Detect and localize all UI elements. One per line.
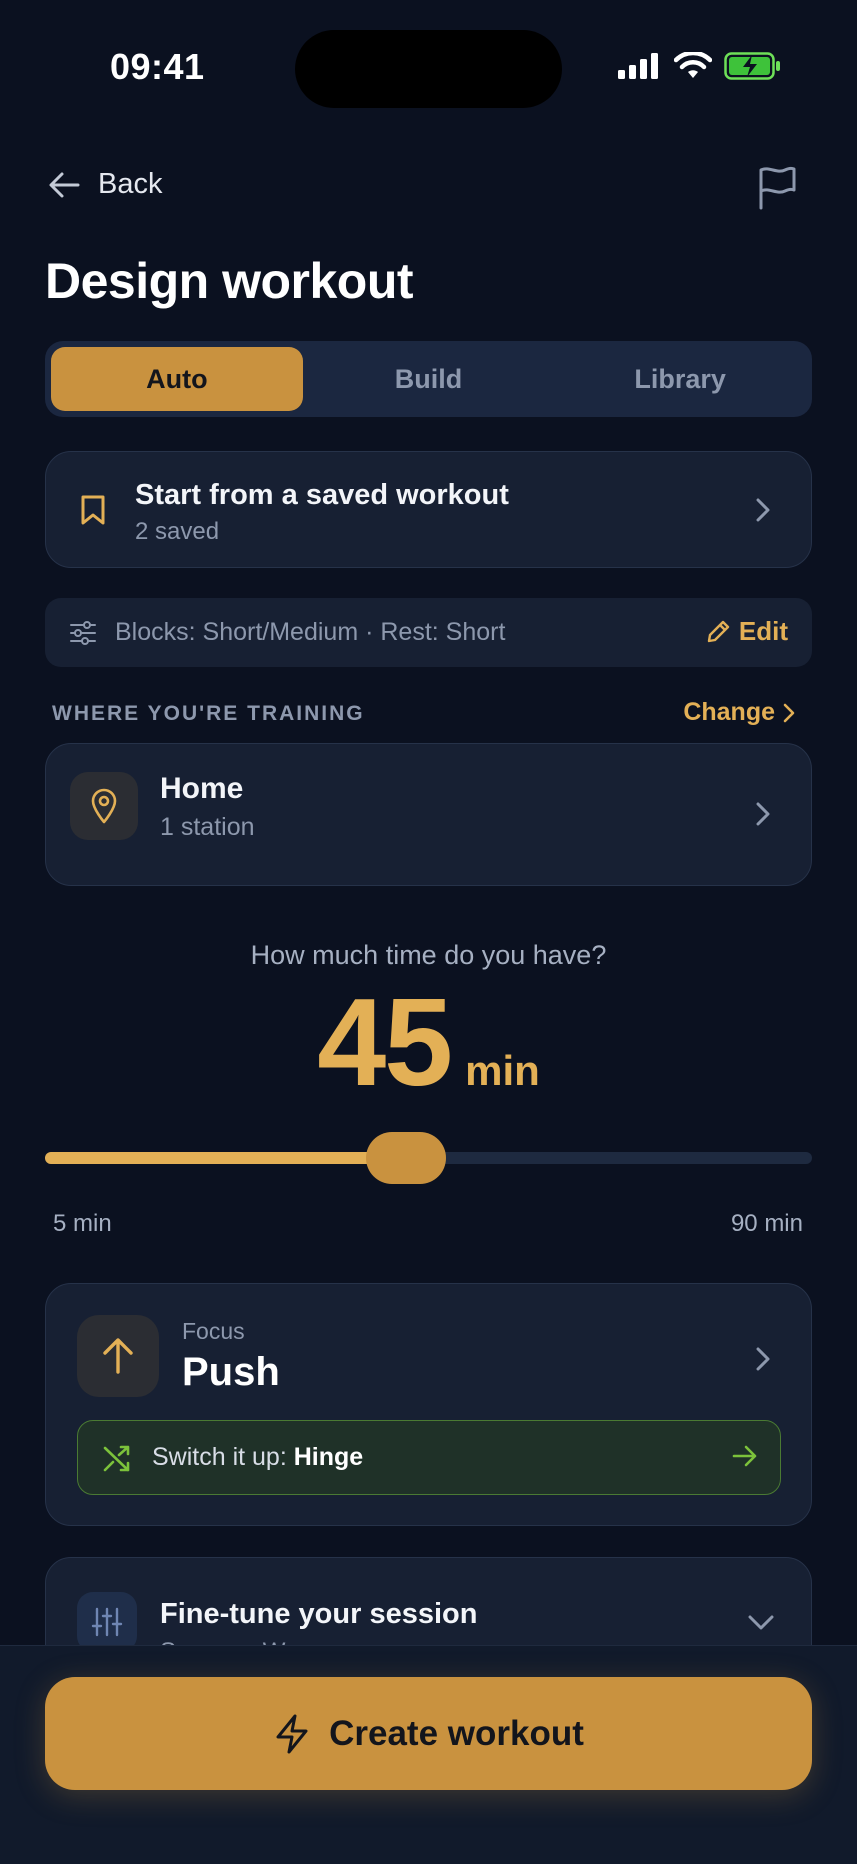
back-button[interactable]: Back (48, 168, 162, 201)
lightning-icon (276, 1714, 308, 1753)
arrow-left-icon (49, 172, 80, 197)
equalizer-icon (91, 1607, 123, 1637)
fine-tune-icon-tile (77, 1592, 137, 1652)
chevron-right-icon (783, 703, 795, 722)
bookmark-icon (81, 495, 105, 525)
status-time: 09:41 (110, 46, 205, 87)
slider-min-label: 5 min (53, 1210, 112, 1237)
slider-thumb[interactable] (365, 1132, 446, 1184)
time-unit: min (465, 1047, 540, 1094)
mode-segmented-control: Auto Build Library (45, 341, 812, 417)
fine-tune-title: Fine-tune your session (160, 1598, 478, 1630)
focus-value: Push (182, 1350, 280, 1394)
cellular-signal-icon (618, 53, 658, 79)
shuffle-icon (103, 1445, 130, 1472)
pencil-icon (707, 620, 730, 642)
screen: 09:41 Back Design workout Auto Build Lib… (0, 0, 857, 1864)
arrow-up-icon (103, 1338, 133, 1374)
page-title: Design workout (45, 253, 414, 309)
create-workout-button[interactable]: Create workout (45, 1677, 812, 1790)
focus-label: Focus (182, 1318, 245, 1344)
change-location-button[interactable]: Change (683, 698, 795, 727)
sliders-icon (70, 621, 96, 645)
location-stations: 1 station (160, 813, 255, 841)
slider-max-label: 90 min (730, 1210, 803, 1237)
slider-fill (45, 1152, 406, 1164)
map-pin-icon (91, 788, 117, 824)
change-label: Change (683, 698, 775, 726)
saved-workout-count: 2 saved (135, 518, 220, 545)
battery-charging-icon (724, 52, 780, 80)
saved-workout-title: Start from a saved workout (135, 479, 509, 511)
chevron-right-icon (756, 498, 770, 522)
switch-focus-button[interactable]: Switch it up: Hinge (77, 1420, 781, 1495)
saved-workout-card[interactable]: Start from a saved workout 2 saved (45, 451, 812, 568)
back-label: Back (98, 168, 163, 200)
time-slider[interactable] (45, 1132, 812, 1184)
block-settings-text: Blocks: Short/Medium · Rest: Short (115, 618, 506, 646)
location-name: Home (160, 772, 244, 805)
training-section-label: WHERE YOU'RE TRAINING (52, 702, 365, 725)
switch-prefix: Switch it up: (152, 1443, 294, 1471)
chevron-right-icon (756, 1347, 770, 1371)
time-question: How much time do you have? (250, 940, 607, 970)
chevron-right-icon (756, 802, 770, 826)
create-workout-label: Create workout (329, 1713, 584, 1753)
switch-value: Hinge (293, 1443, 364, 1471)
tab-library[interactable]: Library (554, 347, 806, 411)
wifi-icon (674, 52, 712, 78)
time-display: 45 min (0, 974, 857, 1112)
time-value: 45 (317, 974, 453, 1112)
report-flag-button[interactable] (757, 166, 797, 215)
flag-icon (759, 166, 796, 210)
focus-card[interactable]: Focus Push Switch it up: Hinge (45, 1283, 812, 1526)
chevron-down-icon (748, 1615, 774, 1630)
block-settings-summary: Blocks: Short/Medium · Rest: Short Edit (45, 598, 812, 667)
switch-focus-text: Switch it up: Hinge (152, 1443, 363, 1472)
location-card[interactable]: Home 1 station (45, 743, 812, 886)
edit-settings-button[interactable]: Edit (705, 616, 788, 647)
dynamic-island (295, 30, 562, 108)
tab-build[interactable]: Build (303, 347, 555, 411)
location-icon-tile (70, 772, 138, 840)
arrow-right-icon (732, 1445, 757, 1467)
tab-auto[interactable]: Auto (51, 347, 303, 411)
focus-icon-tile (77, 1315, 159, 1397)
edit-label: Edit (738, 616, 788, 646)
status-icons (618, 52, 782, 80)
